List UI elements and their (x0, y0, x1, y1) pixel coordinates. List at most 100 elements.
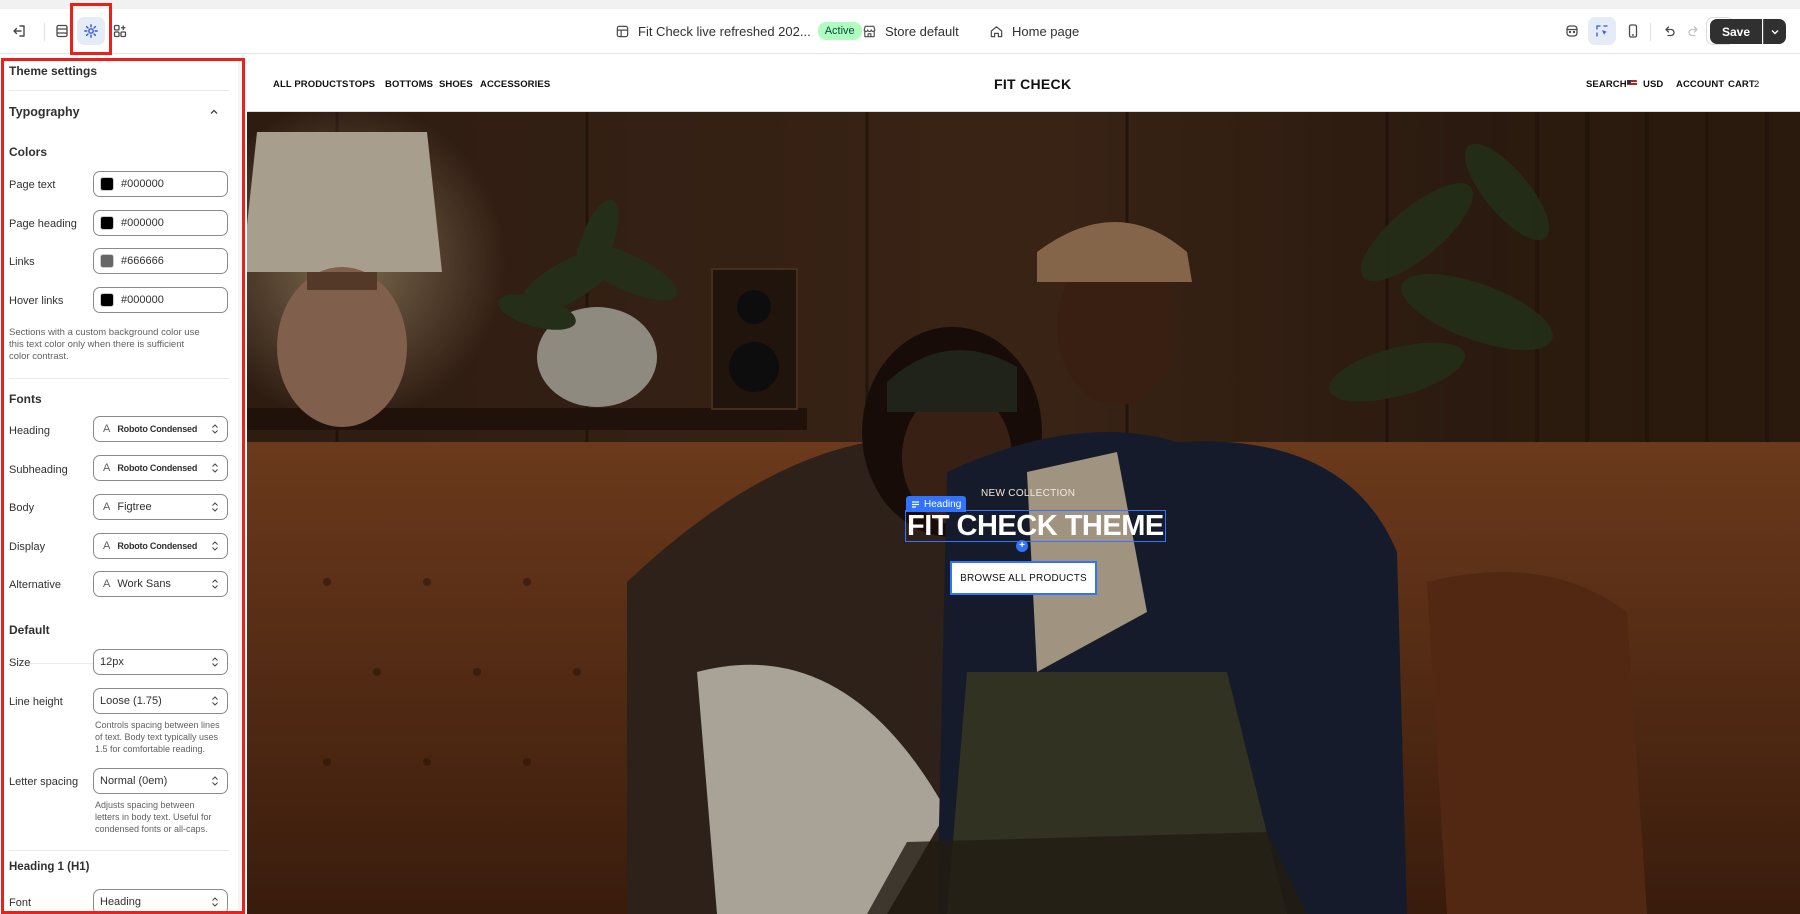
search-link[interactable]: SEARCH (1586, 79, 1627, 90)
store-icon (863, 25, 876, 37)
select-arrows-icon (212, 696, 218, 706)
exit-icon[interactable] (5, 17, 33, 45)
page-selector[interactable]: Home page (989, 19, 1079, 43)
nav-shoes[interactable]: SHOES (439, 79, 473, 90)
store-selector[interactable]: Store default (862, 19, 959, 43)
fonts-heading: Fonts (9, 392, 42, 406)
select-arrows-icon (212, 424, 218, 434)
editor-topbar: Fit Check live refreshed 202... Active S… (0, 9, 1800, 54)
color-swatch[interactable] (100, 254, 114, 268)
line-height-select[interactable]: Loose (1.75) (93, 688, 228, 714)
color-value: #000000 (121, 217, 164, 229)
status-badge: Active (817, 22, 862, 40)
nav-all-products[interactable]: ALL PRODUCTS (273, 79, 348, 90)
store-label: Store default (885, 23, 959, 39)
theme-settings-gear-icon[interactable] (77, 17, 105, 45)
select-arrows-icon (212, 463, 218, 473)
select-arrows-icon (212, 776, 218, 786)
apps-icon[interactable] (106, 17, 134, 45)
heading-font-select[interactable]: A Roboto Condensed (93, 416, 228, 442)
store-header: ALL PRODUCTS TOPS BOTTOMS SHOES ACCESSOR… (247, 55, 1800, 112)
typography-group-header[interactable]: Typography (9, 105, 80, 119)
color-label: Hover links (9, 295, 64, 307)
cart-link[interactable]: CART (1728, 79, 1755, 90)
subheading-font-select[interactable]: A Roboto Condensed (93, 455, 228, 481)
sidebar-scrollbar[interactable] (238, 60, 241, 910)
store-preview: ALL PRODUCTS TOPS BOTTOMS SHOES ACCESSOR… (247, 55, 1800, 914)
browse-all-products-button[interactable]: BROWSE ALL PRODUCTS (950, 561, 1097, 595)
alternative-font-select[interactable]: A Work Sans (93, 571, 228, 597)
letter-spacing-help-text: Adjusts spacing between letters in body … (95, 800, 212, 834)
save-button[interactable]: Save (1709, 19, 1762, 44)
us-flag-icon (1627, 80, 1637, 87)
color-swatch[interactable] (100, 293, 114, 307)
h1-font-select[interactable]: Heading (93, 889, 228, 914)
font-icon: A (103, 540, 111, 552)
sections-icon[interactable] (48, 17, 76, 45)
redo-icon[interactable] (1680, 17, 1708, 45)
font-label: Body (9, 502, 35, 514)
h1-font-label: Font (9, 897, 32, 909)
page-text-color-field[interactable]: #000000 (93, 171, 228, 197)
h1-heading: Heading 1 (H1) (9, 861, 90, 873)
mobile-preview-icon[interactable] (1619, 17, 1647, 45)
color-label: Page text (9, 179, 56, 191)
letter-spacing-label: Letter spacing (9, 776, 79, 788)
hover-links-color-field[interactable]: #000000 (93, 287, 228, 313)
inspector-icon[interactable] (1558, 17, 1586, 45)
text-block-icon (912, 500, 919, 508)
home-icon (990, 25, 1003, 37)
add-block-plus-icon[interactable]: + (1016, 540, 1028, 552)
select-cursor-icon[interactable] (1588, 17, 1616, 45)
color-label: Page heading (9, 218, 77, 230)
nav-bottoms[interactable]: BOTTOMS (385, 79, 433, 90)
save-dropdown-button[interactable] (1763, 19, 1786, 44)
hero-subheading[interactable]: NEW COLLECTION (981, 488, 1075, 499)
font-icon: A (103, 423, 111, 435)
hero-heading[interactable]: FIT CHECK THEME (905, 510, 1166, 542)
select-arrows-icon (212, 579, 218, 589)
theme-selector[interactable]: Fit Check live refreshed 202... Active (615, 19, 862, 43)
color-swatch[interactable] (100, 216, 114, 230)
color-value: #666666 (121, 255, 164, 267)
undo-icon[interactable] (1655, 17, 1683, 45)
account-link[interactable]: ACCOUNT (1676, 79, 1724, 90)
links-color-field[interactable]: #666666 (93, 248, 228, 274)
size-label: Size (9, 657, 31, 669)
color-label: Links (9, 256, 35, 268)
font-icon: A (103, 578, 111, 590)
nav-tops[interactable]: TOPS (349, 79, 375, 90)
font-label: Alternative (9, 579, 61, 591)
body-font-select[interactable]: A Figtree (93, 494, 228, 520)
select-arrows-icon (212, 897, 218, 907)
font-label: Display (9, 541, 46, 553)
theme-settings-sidebar: Theme settings Typography Colors Page te… (0, 55, 243, 914)
display-font-select[interactable]: A Roboto Condensed (93, 533, 228, 559)
sidebar-title: Theme settings (9, 64, 98, 78)
color-value: #000000 (121, 294, 164, 306)
font-label: Subheading (9, 464, 68, 476)
theme-layout-icon (616, 25, 629, 37)
browser-top-strip (0, 0, 1800, 9)
select-arrows-icon (212, 657, 218, 667)
store-logo[interactable]: FIT CHECK (994, 76, 1071, 92)
default-heading: Default (9, 623, 50, 637)
font-icon: A (103, 501, 111, 513)
font-label: Heading (9, 425, 50, 437)
line-height-label: Line height (9, 696, 63, 708)
color-swatch[interactable] (100, 177, 114, 191)
size-select[interactable]: 12px (93, 649, 228, 675)
page-heading-color-field[interactable]: #000000 (93, 210, 228, 236)
colors-heading: Colors (9, 145, 48, 159)
line-height-help-text: Controls spacing between lines of text. … (95, 720, 220, 754)
letter-spacing-select[interactable]: Normal (0em) (93, 768, 228, 794)
page-label: Home page (1012, 23, 1080, 39)
currency-selector[interactable]: USD (1643, 79, 1663, 90)
select-arrows-icon (212, 502, 218, 512)
chevron-down-icon (1771, 29, 1779, 34)
cart-count: 2 (1754, 79, 1760, 90)
color-value: #000000 (121, 178, 164, 190)
colors-help-text: Sections with a custom background color … (9, 327, 200, 362)
chevron-up-icon[interactable] (209, 107, 219, 117)
nav-accessories[interactable]: ACCESSORIES (480, 79, 550, 90)
